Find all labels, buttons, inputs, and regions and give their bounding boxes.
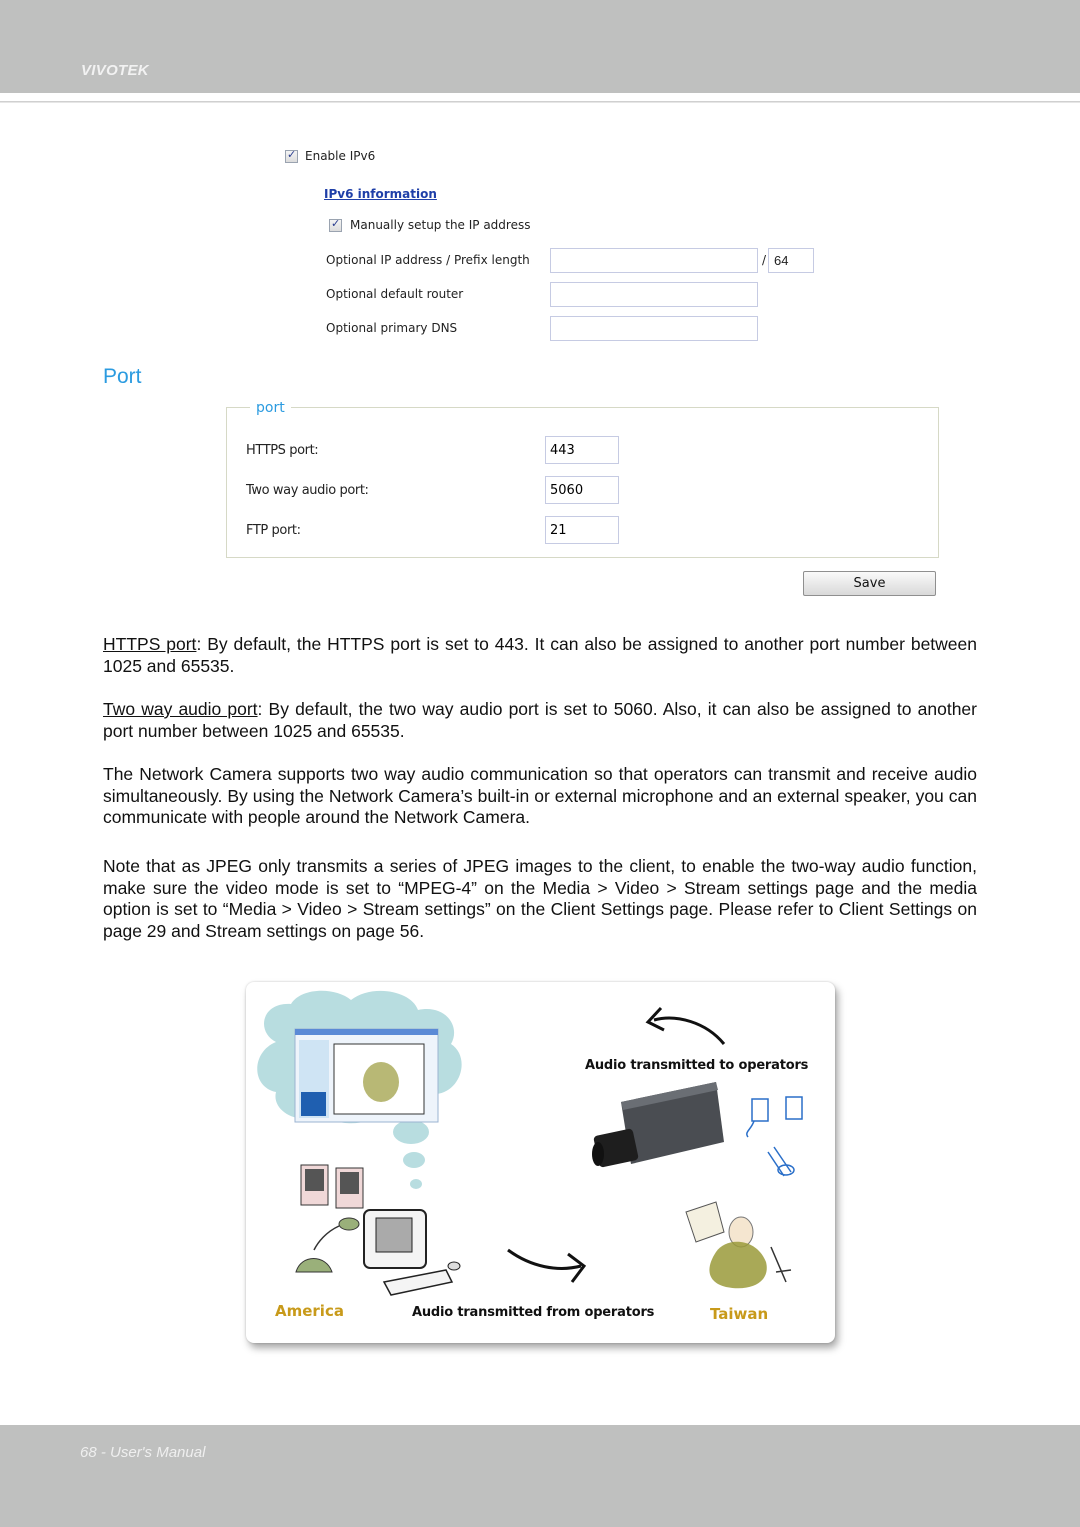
place-label-taiwan: Taiwan: [710, 1305, 769, 1323]
enable-ipv6-label: Enable IPv6: [305, 149, 376, 163]
jpeg-note-paragraph: Note that as JPEG only transmits a serie…: [103, 856, 977, 942]
brand-logo: VIVOTEK: [81, 62, 149, 79]
https-port-term: HTTPS port: [103, 634, 197, 654]
speakers-icon: [300, 1164, 364, 1209]
arrow-right-icon: [507, 1248, 582, 1270]
ftp-port-input[interactable]: [545, 516, 619, 544]
ipv6-information-link[interactable]: IPv6 information: [324, 187, 437, 201]
prefix-separator: /: [762, 253, 767, 267]
https-port-paragraph: HTTPS port: By default, the HTTPS port i…: [103, 634, 977, 677]
prefix-length-input[interactable]: [768, 248, 814, 273]
place-label-america: America: [275, 1302, 344, 1320]
primary-dns-label: Optional primary DNS: [326, 321, 458, 335]
manual-ip-checkbox[interactable]: [329, 217, 342, 232]
default-router-label: Optional default router: [326, 287, 464, 301]
https-port-label: HTTPS port:: [246, 443, 319, 458]
port-section-title: Port: [103, 365, 142, 388]
port-fieldset-legend: port: [250, 400, 291, 416]
https-port-input[interactable]: [545, 436, 619, 464]
page-header-band: [0, 0, 1080, 93]
two-way-audio-paragraph: The Network Camera supports two way audi…: [103, 764, 977, 828]
two-way-audio-illustration: Audio transmitted to operators America A…: [246, 982, 835, 1343]
microphone-icon: [295, 1217, 360, 1273]
computer-icon: [363, 1209, 461, 1296]
primary-dns-input[interactable]: [550, 316, 758, 341]
manual-ip-label: Manually setup the IP address: [350, 218, 531, 232]
https-port-description: : By default, the HTTPS port is set to 4…: [103, 634, 977, 676]
default-router-input[interactable]: [550, 282, 758, 307]
page-footer-band: [0, 1425, 1080, 1527]
page-number-footer: 68 - User's Manual: [80, 1444, 206, 1461]
save-button[interactable]: Save: [803, 571, 936, 596]
optional-ip-input[interactable]: [550, 248, 758, 273]
enable-ipv6-checkbox[interactable]: [285, 148, 298, 163]
audio-port-paragraph: Two way audio port: By default, the two …: [103, 699, 977, 742]
ftp-port-label: FTP port:: [246, 523, 301, 538]
arrow-left-icon: [653, 1016, 726, 1045]
audio-port-term: Two way audio port: [103, 699, 258, 719]
two-way-audio-port-input[interactable]: [545, 476, 619, 504]
two-way-audio-port-label: Two way audio port:: [246, 483, 369, 498]
browser-window-icon: [294, 1028, 439, 1123]
caption-audio-to-operators: Audio transmitted to operators: [585, 1058, 809, 1073]
optional-ip-label: Optional IP address / Prefix length: [326, 253, 530, 267]
caption-audio-from-operators: Audio transmitted from operators: [412, 1305, 655, 1320]
network-camera-icon: [592, 1082, 724, 1168]
header-divider: [0, 101, 1080, 103]
operator-person-icon: [685, 1201, 792, 1289]
speaker-phone-doodle-icon: [746, 1096, 803, 1177]
